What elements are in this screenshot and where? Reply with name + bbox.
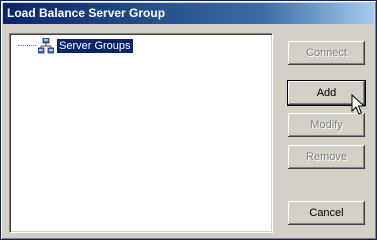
cancel-button[interactable]: Cancel (288, 201, 365, 225)
tree-connector (18, 45, 36, 47)
remove-button[interactable]: Remove (288, 145, 365, 169)
dialog-window: Load Balance Server Group Server Groups … (0, 0, 377, 240)
tree-item-label: Server Groups (56, 38, 134, 54)
modify-button[interactable]: Modify (288, 113, 365, 137)
connect-button[interactable]: Connect (288, 41, 365, 65)
mouse-pointer-icon (351, 94, 366, 115)
server-group-tree[interactable]: Server Groups (9, 33, 273, 233)
tree-item-server-groups[interactable]: Server Groups (18, 38, 134, 54)
server-group-icon (38, 38, 54, 54)
window-title: Load Balance Server Group (7, 6, 166, 20)
title-bar[interactable]: Load Balance Server Group (3, 3, 374, 24)
